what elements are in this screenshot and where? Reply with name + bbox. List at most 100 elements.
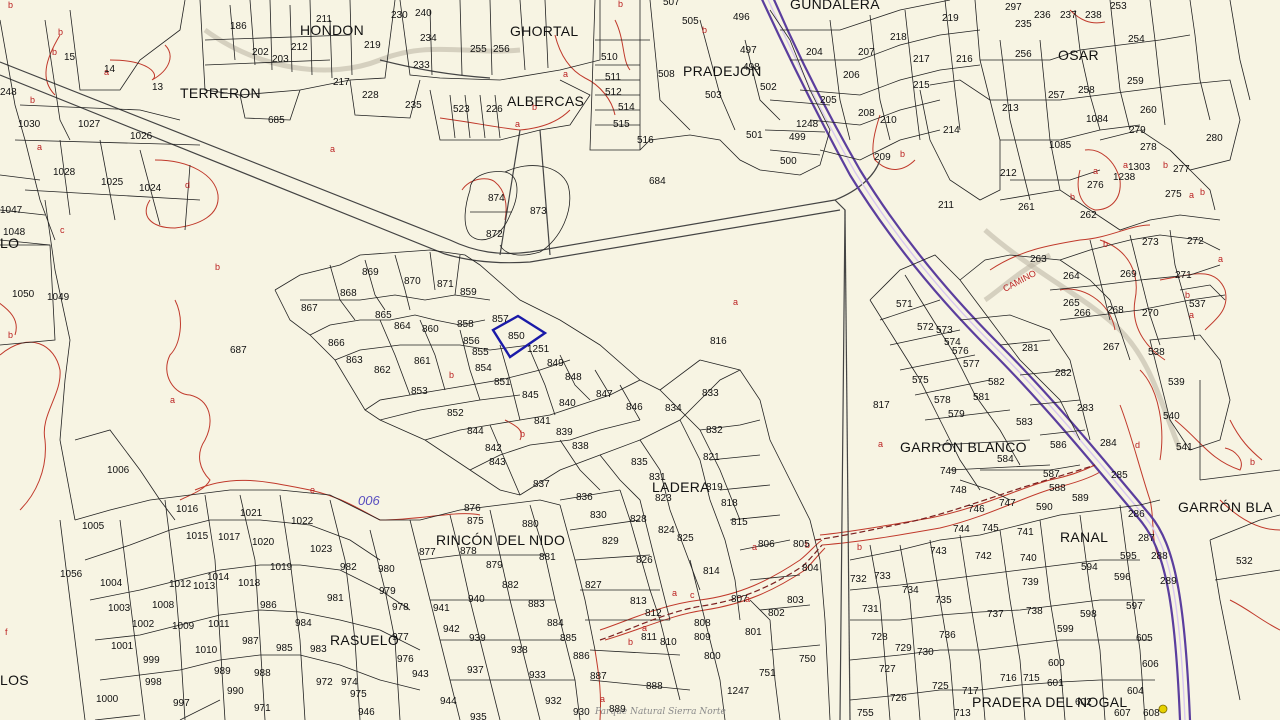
parcel-825: 825 xyxy=(677,533,694,544)
svg-text:b: b xyxy=(449,370,454,380)
parcel-869: 869 xyxy=(362,267,379,278)
parcel-1006: 1006 xyxy=(107,465,130,476)
parcel-203: 203 xyxy=(272,54,289,65)
parcel-217: 217 xyxy=(333,77,350,88)
parcel-746: 746 xyxy=(968,504,985,515)
parcel-1048: 1048 xyxy=(3,227,26,238)
parcel-885: 885 xyxy=(560,633,577,644)
parcel-235: 235 xyxy=(405,100,422,111)
parcel-933: 933 xyxy=(529,670,546,681)
parcel-940: 940 xyxy=(468,594,485,605)
svg-text:b: b xyxy=(1200,187,1205,197)
parcel-748: 748 xyxy=(950,485,967,496)
parcel-502: 502 xyxy=(760,82,777,93)
parcel-979: 979 xyxy=(379,586,396,597)
parcel-583: 583 xyxy=(1016,417,1033,428)
parcel-847: 847 xyxy=(596,389,613,400)
parcel-867: 867 xyxy=(301,303,318,314)
parcel-226: 226 xyxy=(486,104,503,115)
parcel-1015: 1015 xyxy=(186,531,209,542)
parcel-930: 930 xyxy=(573,707,590,718)
parcel-1025: 1025 xyxy=(101,177,124,188)
svg-text:b: b xyxy=(8,330,13,340)
svg-text:a: a xyxy=(563,69,568,79)
svg-text:b: b xyxy=(30,95,35,105)
parcel-281: 281 xyxy=(1022,343,1039,354)
sector-label: 006 xyxy=(358,493,380,508)
parcel-256: 256 xyxy=(493,44,510,55)
parcel-573: 573 xyxy=(936,325,953,336)
place-garron-bla: GARRÓN BLA xyxy=(1178,499,1273,515)
parcel-809: 809 xyxy=(694,632,711,643)
parcel-835: 835 xyxy=(631,457,648,468)
parcel-253: 253 xyxy=(1110,1,1127,12)
parcel-235b: 235 xyxy=(1015,19,1032,30)
parcel-577: 577 xyxy=(963,359,980,370)
parcel-503: 503 xyxy=(705,90,722,101)
svg-text:e: e xyxy=(310,485,315,495)
parcel-212: 212 xyxy=(291,42,308,53)
parcel-851: 851 xyxy=(494,377,511,388)
parcel-210: 210 xyxy=(880,115,897,126)
parcel-255: 255 xyxy=(470,44,487,55)
parcel-803: 803 xyxy=(787,595,804,606)
svg-text:b: b xyxy=(58,27,63,37)
parcel-267: 267 xyxy=(1103,342,1120,353)
parcel-280: 280 xyxy=(1206,133,1223,144)
parcel-734: 734 xyxy=(902,585,919,596)
svg-text:b: b xyxy=(628,637,633,647)
svg-text:b: b xyxy=(857,542,862,552)
parcel-202: 202 xyxy=(252,47,269,58)
parcel-263: 263 xyxy=(1030,254,1047,265)
parcel-608: 608 xyxy=(1143,708,1160,719)
parcel-599: 599 xyxy=(1057,624,1074,635)
parcel-13: 13 xyxy=(152,82,164,93)
svg-text:a: a xyxy=(1189,310,1194,320)
parcel-575: 575 xyxy=(912,375,929,386)
parcel-874: 874 xyxy=(488,193,505,204)
parcel-882: 882 xyxy=(502,580,519,591)
parcel-971: 971 xyxy=(254,703,271,714)
parcel-572: 572 xyxy=(917,322,934,333)
parcel-725: 725 xyxy=(932,681,949,692)
parcel-1010: 1010 xyxy=(195,645,218,656)
parcel-297: 297 xyxy=(1005,2,1022,13)
parcel-237: 237 xyxy=(1060,10,1077,21)
parcel-1018: 1018 xyxy=(238,578,261,589)
parcel-832: 832 xyxy=(706,425,723,436)
parcel-208: 208 xyxy=(858,108,875,119)
parcel-211: 211 xyxy=(316,14,332,25)
parcel-1019: 1019 xyxy=(270,562,293,573)
svg-text:a: a xyxy=(170,395,175,405)
parcel-980: 980 xyxy=(378,564,395,575)
parcel-857: 857 xyxy=(492,314,509,325)
parcel-816: 816 xyxy=(710,336,727,347)
parcel-523: 523 xyxy=(453,104,470,115)
parcel-1009: 1009 xyxy=(172,621,195,632)
parcel-1014: 1014 xyxy=(207,572,230,583)
parcel-217b: 217 xyxy=(913,54,930,65)
parcel-883: 883 xyxy=(528,599,545,610)
cadastral-map[interactable]: bbb aba dcb aae fba aba bab bab aba da b … xyxy=(0,0,1280,720)
parcel-870: 870 xyxy=(404,276,421,287)
parcel-254: 254 xyxy=(1128,34,1145,45)
parcel-1027: 1027 xyxy=(78,119,101,130)
parcel-1005: 1005 xyxy=(82,521,105,532)
parcel-230: 230 xyxy=(391,10,408,21)
parcel-872: 872 xyxy=(486,229,503,240)
parcel-287: 287 xyxy=(1138,533,1155,544)
parcel-1011: 1011 xyxy=(208,619,230,630)
parcel-216: 216 xyxy=(956,54,973,65)
parcel-496: 496 xyxy=(733,12,750,23)
parcel-256b: 256 xyxy=(1015,49,1032,60)
parcel-815: 815 xyxy=(731,517,748,528)
place-pradera-del-nogal: PRADERA DEL NOGAL xyxy=(972,694,1128,710)
map-marker-icon xyxy=(1158,704,1168,714)
parcel-989: 989 xyxy=(214,666,231,677)
parcel-881: 881 xyxy=(539,552,556,563)
parcel-860: 860 xyxy=(422,324,439,335)
parcel-801: 801 xyxy=(745,627,762,638)
parcel-218: 218 xyxy=(890,32,907,43)
parcel-727: 727 xyxy=(879,664,896,675)
parcel-602: 602 xyxy=(1075,697,1092,708)
